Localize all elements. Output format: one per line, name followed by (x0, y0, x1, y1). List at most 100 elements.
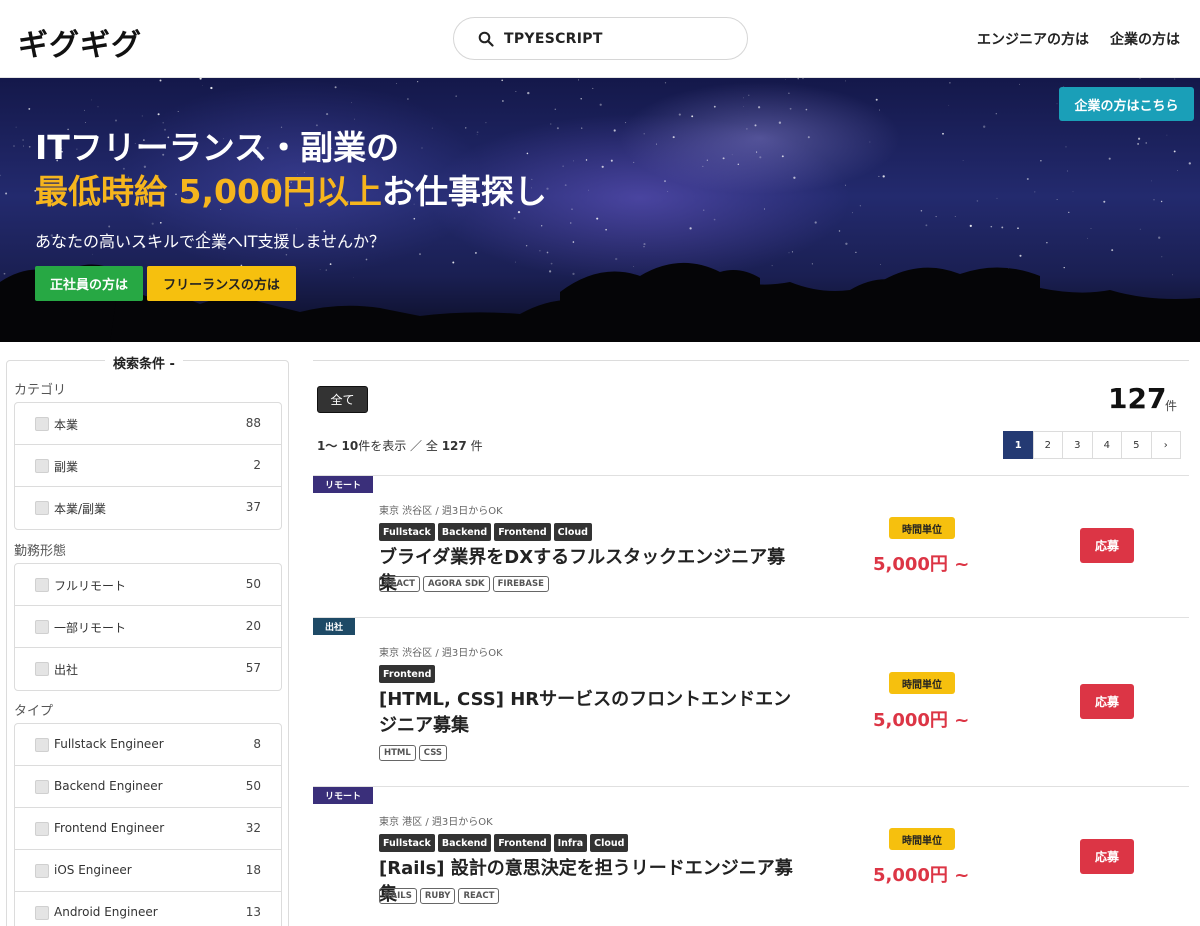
filter-option-count: 88 (245, 416, 261, 430)
skill-tag: FIREBASE (492, 576, 549, 592)
page-button[interactable]: 5 (1121, 431, 1152, 459)
apply-button[interactable]: 応募 (1080, 528, 1134, 563)
job-type-chips: Fullstack Backend Frontend Cloud (379, 523, 592, 541)
job-type-chips: Fullstack Backend Frontend Infra Cloud (379, 834, 629, 852)
checkbox[interactable] (35, 662, 49, 676)
checkbox[interactable] (35, 906, 49, 920)
skill-tag: HTML (379, 745, 416, 761)
rate-type-badge: 時間単位 (889, 672, 955, 694)
filter-option[interactable]: Frontend Engineer 32 (15, 808, 281, 850)
filter-option-label: Android Engineer (54, 905, 158, 919)
checkbox[interactable] (35, 822, 49, 836)
work-style-badge: リモート (313, 787, 373, 804)
page-button[interactable]: 4 (1091, 431, 1122, 459)
filter-option-label: 副業 (54, 460, 79, 474)
filter-option-count: 20 (245, 619, 261, 633)
filter-option[interactable]: 一部リモート 20 (15, 606, 281, 648)
skill-tag: REACT (458, 888, 500, 904)
job-location: 東京 港区 / 週3日からOK (379, 817, 493, 828)
filter-option[interactable]: フルリモート 50 (15, 564, 281, 606)
search-bar[interactable] (453, 17, 748, 60)
checkbox[interactable] (35, 417, 49, 431)
site-logo[interactable]: ギグギグ (18, 20, 142, 64)
fulltime-button[interactable]: 正社員の方は (35, 266, 143, 301)
skill-tag: RUBY (419, 888, 456, 904)
hero-headline: ITフリーランス・副業の (35, 128, 400, 167)
job-skill-tags: REACT AGORA SDK FIREBASE (379, 576, 549, 592)
divider (313, 617, 1189, 618)
filter-all-button[interactable]: 全て (317, 386, 368, 413)
filter-panel-title[interactable]: 検索条件 - (105, 353, 183, 372)
rate-type-badge: 時間単位 (889, 517, 955, 539)
filter-heading-category: カテゴリ (14, 383, 67, 398)
job-price: 5,000円 ~ (873, 554, 970, 575)
company-cta-button[interactable]: 企業の方はこちら (1059, 87, 1194, 121)
hero-accent-text: 最低時給 5,000円以上 (35, 172, 382, 211)
work-style-badge: リモート (313, 476, 373, 493)
filter-option-count: 50 (245, 577, 261, 591)
nav-company-link[interactable]: 企業の方は (1110, 29, 1180, 49)
filter-option[interactable]: 本業/副業 37 (15, 487, 281, 529)
checkbox[interactable] (35, 459, 49, 473)
filter-option-label: Fullstack Engineer (54, 737, 164, 751)
filter-group-category: 本業 88 副業 2 本業/副業 37 (14, 402, 282, 530)
filter-option-count: 13 (245, 905, 261, 919)
filter-option-label: 一部リモート (54, 621, 127, 635)
freelance-button[interactable]: フリーランスの方は (147, 266, 296, 301)
job-type-chip: Backend (437, 523, 492, 541)
checkbox[interactable] (35, 864, 49, 878)
checkbox[interactable] (35, 501, 49, 515)
pagination: 1 2 3 4 5 › (1003, 431, 1181, 459)
job-type-chip: Frontend (494, 834, 551, 852)
search-filter-panel: 検索条件 - カテゴリ 本業 88 副業 2 本業/副業 37 勤務形態 フルリ… (6, 353, 289, 926)
rate-type-badge: 時間単位 (889, 828, 955, 850)
filter-heading-type: タイプ (14, 704, 54, 719)
range-total: 127 (441, 439, 467, 453)
filter-option[interactable]: Backend Engineer 50 (15, 766, 281, 808)
job-type-chip: Cloud (553, 523, 592, 541)
page-button[interactable]: 2 (1032, 431, 1063, 459)
hero-rest-text: お仕事探し (381, 172, 547, 211)
apply-button[interactable]: 応募 (1080, 839, 1134, 874)
filter-option[interactable]: 本業 88 (15, 403, 281, 445)
checkbox[interactable] (35, 578, 49, 592)
filter-option[interactable]: iOS Engineer 18 (15, 850, 281, 892)
hero-subtitle: あなたの高いスキルで企業へIT支援しませんか？ (35, 232, 386, 251)
filter-option-count: 37 (245, 500, 261, 514)
page-button[interactable]: 1 (1003, 431, 1034, 459)
filter-option[interactable]: Fullstack Engineer 8 (15, 724, 281, 766)
search-icon (478, 31, 494, 47)
filter-group-work-style: フルリモート 50 一部リモート 20 出社 57 (14, 563, 282, 691)
page-button[interactable]: 3 (1062, 431, 1093, 459)
filter-option-label: 本業/副業 (54, 502, 107, 516)
total-count-unit: 件 (1165, 399, 1178, 413)
range-suffix: 件 (466, 439, 483, 453)
job-type-chip: Cloud (590, 834, 629, 852)
filter-option-count: 8 (253, 737, 261, 751)
checkbox[interactable] (35, 738, 49, 752)
apply-button[interactable]: 応募 (1080, 684, 1134, 719)
hero-headline-2: 最低時給 5,000円以上お仕事探し (35, 165, 547, 213)
skill-tag: CSS (418, 745, 448, 761)
work-style-badge: 出社 (313, 618, 355, 635)
skill-tag: AGORA SDK (422, 576, 490, 592)
filter-option-label: 本業 (54, 418, 79, 432)
site-header: ギグギグ エンジニアの方は 企業の方は (0, 0, 1200, 78)
filter-option[interactable]: Android Engineer 13 (15, 892, 281, 926)
skill-tag: REACT (379, 576, 420, 592)
filter-option[interactable]: 副業 2 (15, 445, 281, 487)
skill-tag: RAILS (379, 888, 417, 904)
filter-option[interactable]: 出社 57 (15, 648, 281, 690)
job-type-chip: Frontend (379, 665, 436, 683)
filter-option-count: 18 (245, 863, 261, 877)
filter-option-count: 57 (245, 661, 261, 675)
search-input[interactable] (504, 28, 734, 50)
job-type-chip: Backend (437, 834, 492, 852)
divider (313, 786, 1189, 787)
job-title[interactable]: [HTML, CSS] HRサービスのフロントエンドエンジニア募集 (379, 687, 799, 739)
checkbox[interactable] (35, 780, 49, 794)
nav-engineer-link[interactable]: エンジニアの方は (977, 29, 1089, 49)
range-prefix: 1〜 10 (317, 439, 359, 453)
next-page-button[interactable]: › (1150, 431, 1181, 459)
checkbox[interactable] (35, 620, 49, 634)
